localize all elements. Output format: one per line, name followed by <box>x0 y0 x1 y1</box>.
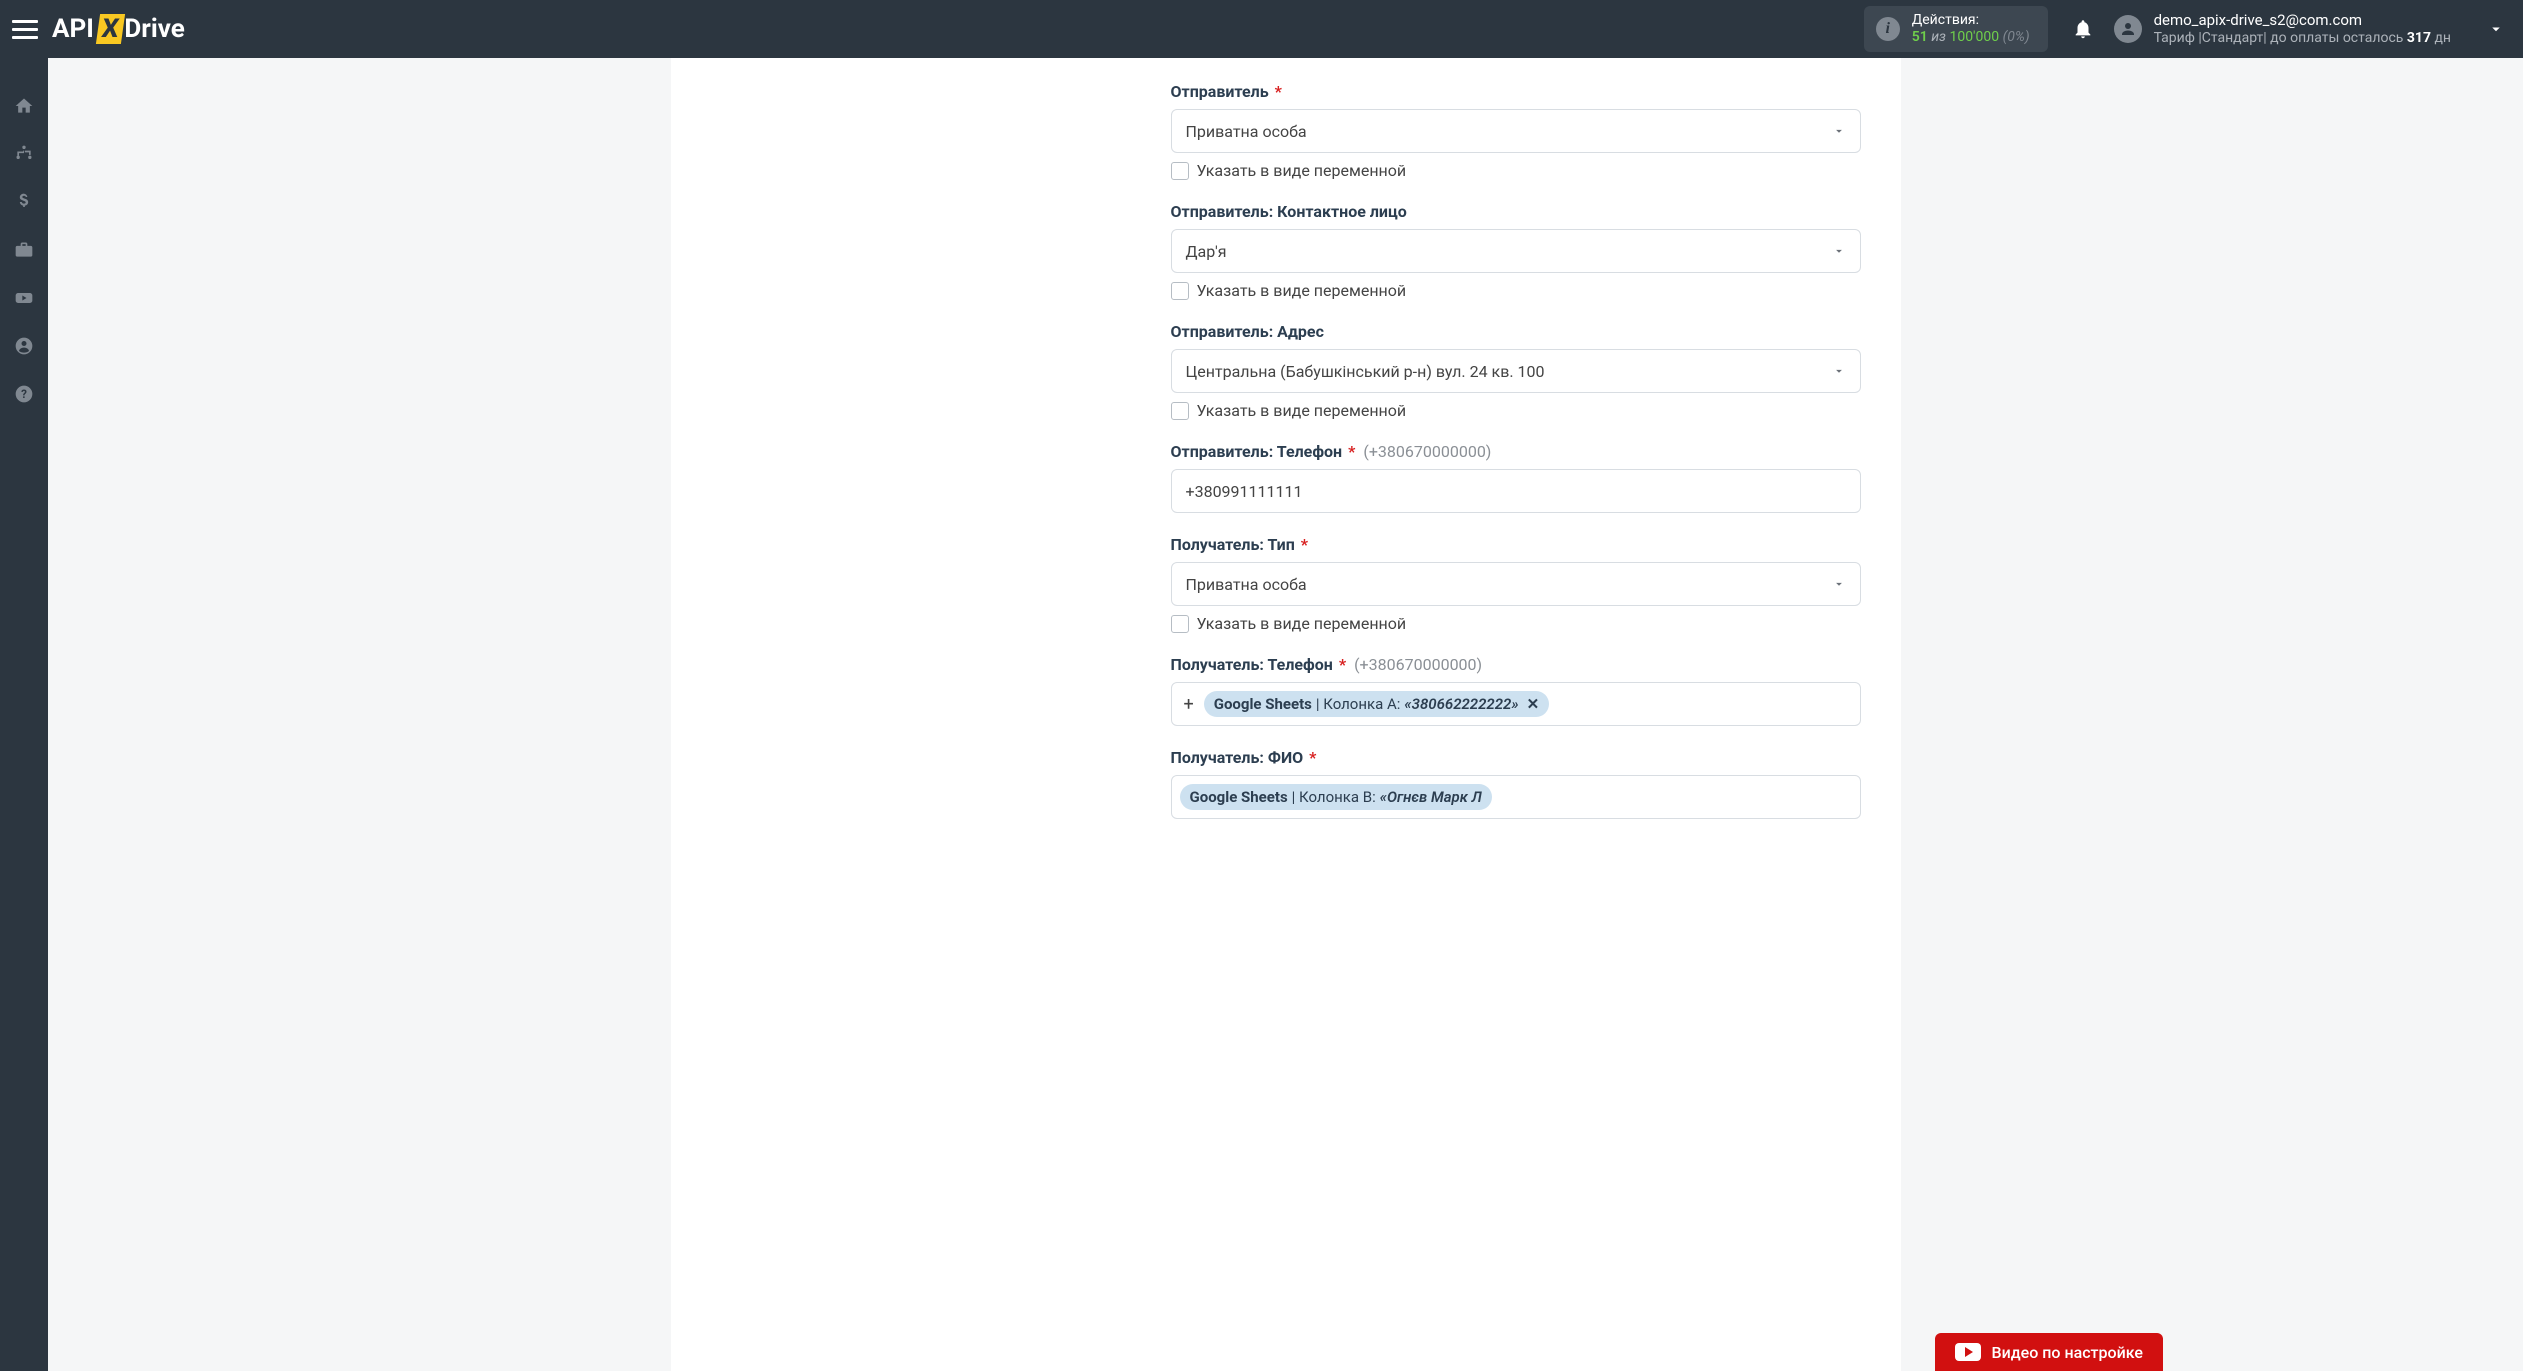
bell-icon[interactable] <box>2072 18 2094 40</box>
chevron-down-icon <box>1832 364 1846 378</box>
nav-video[interactable] <box>0 274 48 322</box>
recipient-phone-input[interactable]: + Google Sheets | Колонка A: «3806622222… <box>1171 682 1861 726</box>
plus-icon[interactable]: + <box>1180 694 1198 715</box>
sender-phone-label: Отправитель: Телефон * (+380670000000) <box>1171 442 1861 461</box>
chevron-down-icon <box>1832 244 1846 258</box>
checkbox-icon <box>1171 402 1189 420</box>
chevron-down-icon[interactable] <box>2487 20 2505 38</box>
sender-address-label: Отправитель: Адрес <box>1171 322 1861 341</box>
sender-address-var-checkbox[interactable]: Указать в виде переменной <box>1171 401 1861 420</box>
avatar-icon <box>2114 15 2142 43</box>
sender-address-select[interactable]: Центральна (Бабушкінський р-н) вул. 24 к… <box>1171 349 1861 393</box>
sender-label: Отправитель * <box>1171 82 1861 101</box>
recipient-fio-label: Получатель: ФИО * <box>1171 748 1861 767</box>
actions-pct: (0%) <box>2003 29 2030 45</box>
sidebar: ? <box>0 58 48 1371</box>
nav-help[interactable]: ? <box>0 370 48 418</box>
nav-connections[interactable] <box>0 130 48 178</box>
close-icon[interactable]: ✕ <box>1527 695 1540 713</box>
topbar: API X Drive i Действия: 51 из 100'000 (0… <box>0 0 2523 58</box>
nav-home[interactable] <box>0 82 48 130</box>
actions-total: 100'000 <box>1949 29 1999 45</box>
chevron-down-icon <box>1832 577 1846 591</box>
youtube-icon <box>1955 1343 1981 1361</box>
sender-var-checkbox[interactable]: Указать в виде переменной <box>1171 161 1861 180</box>
checkbox-icon <box>1171 162 1189 180</box>
logo[interactable]: API X Drive <box>52 14 185 44</box>
sender-contact-select[interactable]: Дар'я <box>1171 229 1861 273</box>
menu-toggle-icon[interactable] <box>12 16 38 42</box>
account-email: demo_apix-drive_s2@com.com <box>2154 11 2451 30</box>
main-content: Отправитель * Приватна особа Указать в в… <box>48 58 2523 1371</box>
nav-profile[interactable] <box>0 322 48 370</box>
svg-text:?: ? <box>21 387 27 401</box>
nav-billing[interactable] <box>0 178 48 226</box>
recipient-type-select[interactable]: Приватна особа <box>1171 562 1861 606</box>
nav-briefcase[interactable] <box>0 226 48 274</box>
checkbox-icon <box>1171 615 1189 633</box>
sender-contact-var-checkbox[interactable]: Указать в виде переменной <box>1171 281 1861 300</box>
sender-contact-label: Отправитель: Контактное лицо <box>1171 202 1861 221</box>
recipient-type-label: Получатель: Тип * <box>1171 535 1861 554</box>
actions-counter[interactable]: i Действия: 51 из 100'000 (0%) <box>1864 6 2048 52</box>
token-google-sheets-phone[interactable]: Google Sheets | Колонка A: «380662222222… <box>1204 691 1549 717</box>
logo-drive: Drive <box>124 14 184 44</box>
token-google-sheets-fio[interactable]: Google Sheets | Колонка B: «Огнєв Марк Л <box>1180 784 1492 810</box>
recipient-phone-label: Получатель: Телефон * (+380670000000) <box>1171 655 1861 674</box>
actions-label: Действия: <box>1912 12 2030 29</box>
chevron-down-icon <box>1832 124 1846 138</box>
recipient-fio-input[interactable]: Google Sheets | Колонка B: «Огнєв Марк Л <box>1171 775 1861 819</box>
video-help-button[interactable]: Видео по настройке <box>1935 1333 2163 1371</box>
actions-count: 51 <box>1912 29 1928 45</box>
account-menu[interactable]: demo_apix-drive_s2@com.com Тариф |Станда… <box>2114 11 2451 47</box>
sender-phone-input[interactable]: +380991111111 <box>1171 469 1861 513</box>
logo-x: X <box>96 14 125 44</box>
form-panel: Отправитель * Приватна особа Указать в в… <box>671 58 1901 1371</box>
sender-select[interactable]: Приватна особа <box>1171 109 1861 153</box>
recipient-type-var-checkbox[interactable]: Указать в виде переменной <box>1171 614 1861 633</box>
logo-api: API <box>52 14 94 44</box>
tariff-days: 317 <box>2407 30 2431 46</box>
info-icon: i <box>1876 17 1900 41</box>
checkbox-icon <box>1171 282 1189 300</box>
